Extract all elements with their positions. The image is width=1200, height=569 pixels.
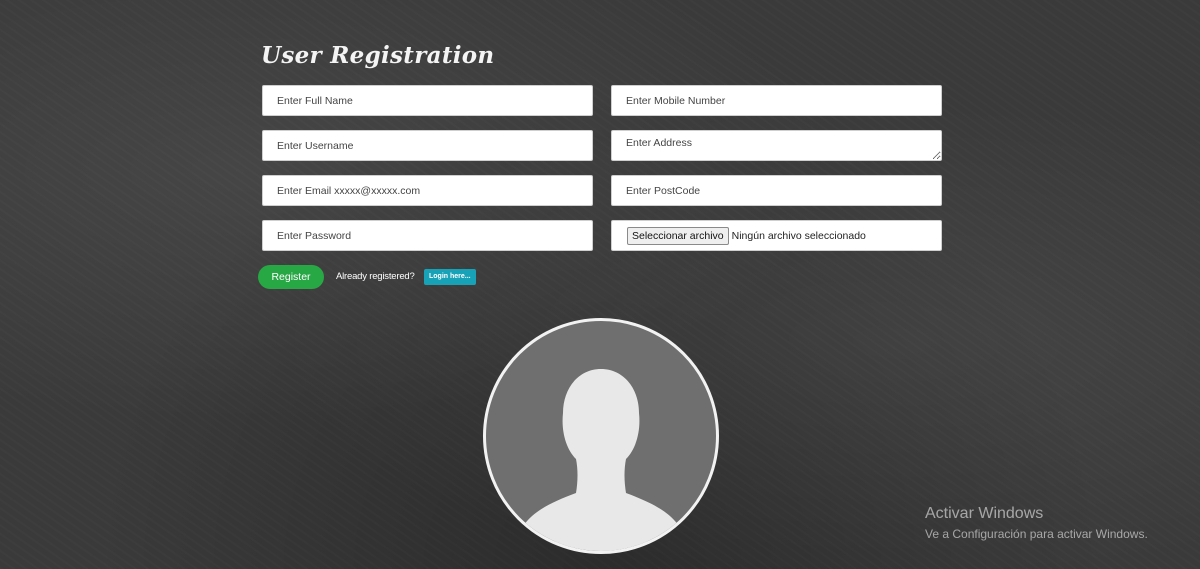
register-button[interactable]: Register <box>258 265 324 289</box>
email-input[interactable] <box>262 175 593 206</box>
full-name-input[interactable] <box>262 85 593 116</box>
page-title: User Registration <box>261 42 495 69</box>
choose-file-button[interactable]: Seleccionar archivo <box>627 226 729 245</box>
password-input[interactable] <box>262 220 593 251</box>
user-silhouette-icon <box>514 369 688 551</box>
avatar <box>483 318 719 554</box>
username-input[interactable] <box>262 130 593 161</box>
address-textarea[interactable] <box>611 130 942 161</box>
file-status-text: Ningún archivo seleccionado <box>731 229 866 242</box>
postcode-input[interactable] <box>611 175 942 206</box>
watermark-title: Activar Windows <box>925 505 1044 522</box>
watermark-subtitle: Ve a Configuración para activar Windows. <box>925 527 1148 541</box>
already-registered-text: Already registered? <box>336 271 415 282</box>
windows-activation-watermark: Activar Windows Ve a Configuración para … <box>925 505 1148 541</box>
mobile-number-input[interactable] <box>611 85 942 116</box>
login-link-button[interactable]: Login here... <box>424 269 476 285</box>
file-upload-field[interactable]: Seleccionar archivo Ningún archivo selec… <box>611 220 942 251</box>
